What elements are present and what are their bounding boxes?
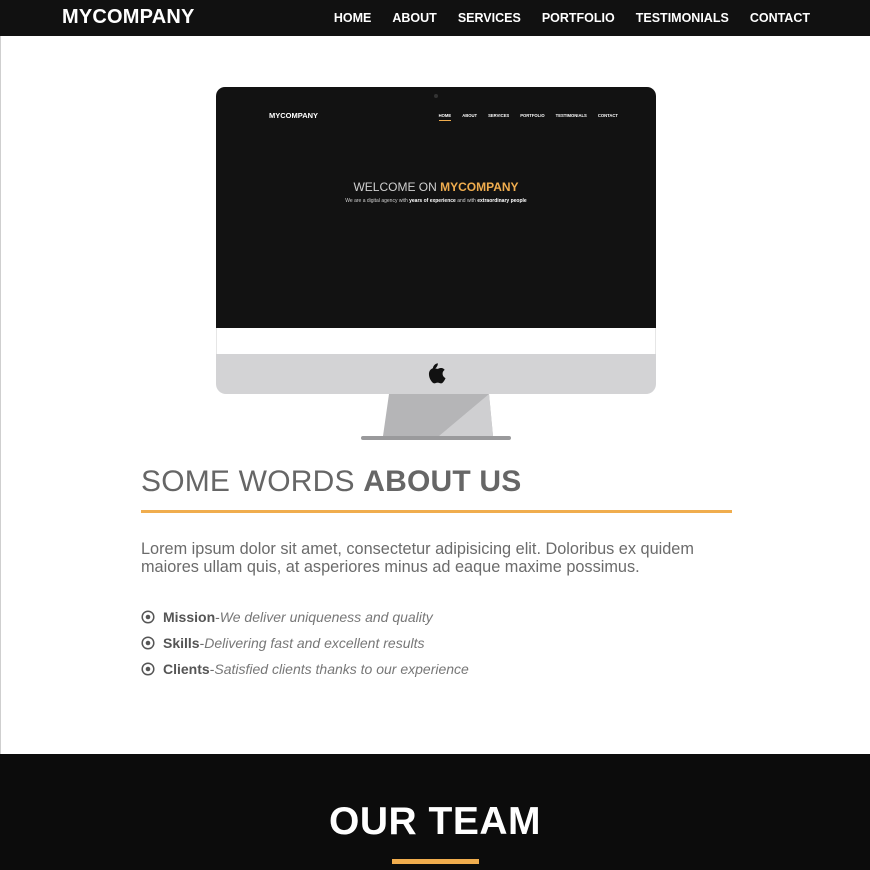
nav-contact-link[interactable]: CONTACT — [750, 11, 810, 25]
mockup-nav-contact: CONTACT — [597, 113, 618, 118]
mockup-nav-home: HOME — [438, 113, 452, 121]
mockup-sub-1: We are a digital agency with — [345, 198, 410, 204]
mockup-hero-brand: MYCOMPANY — [440, 180, 519, 194]
team-heading: OUR TEAM — [329, 800, 541, 843]
brand-logo[interactable]: MYCOMPANY — [62, 6, 195, 29]
nav-home-link[interactable]: HOME — [334, 11, 372, 25]
team-divider — [392, 859, 479, 864]
dot-circle-icon — [141, 610, 155, 624]
top-navbar: MYCOMPANY HOME ABOUT SERVICES PORTFOLIO … — [0, 0, 870, 36]
mockup-nav-about: ABOUT — [462, 113, 478, 118]
mockup-sub-3: and with — [455, 198, 478, 204]
about-divider — [141, 510, 732, 513]
bullet-description: Satisfied clients thanks to our experien… — [214, 661, 469, 677]
about-heading-bold: ABOUT US — [363, 465, 522, 498]
about-heading: SOME WORDS ABOUT US — [141, 465, 521, 499]
camera-dot — [434, 94, 438, 98]
mockup-sub-4: extraordinary people — [477, 198, 527, 204]
about-paragraph: Lorem ipsum dolor sit amet, consectetur … — [141, 540, 694, 576]
team-section: OUR TEAM — [0, 754, 870, 870]
imac-chin — [216, 354, 656, 394]
bullet-description: Delivering fast and excellent results — [204, 635, 425, 651]
main-nav: HOME ABOUT SERVICES PORTFOLIO TESTIMONIA… — [334, 0, 810, 36]
mockup-nav-portfolio: PORTFOLIO — [520, 113, 545, 118]
bullet-title: Clients — [163, 661, 210, 677]
mockup-hero-subtitle: We are a digital agency with years of ex… — [216, 198, 656, 204]
about-bullet-list: Mission - We deliver uniqueness and qual… — [141, 604, 469, 682]
nav-about-link[interactable]: ABOUT — [392, 11, 436, 25]
dot-circle-icon — [141, 662, 155, 676]
nav-portfolio-link[interactable]: PORTFOLIO — [542, 11, 615, 25]
nav-services-link[interactable]: SERVICES — [458, 11, 521, 25]
nav-testimonials-link[interactable]: TESTIMONIALS — [636, 11, 729, 25]
bullet-title: Mission — [163, 609, 216, 625]
mockup-hero-title: WELCOME ON MYCOMPANY — [216, 180, 656, 194]
imac-mockup-image: MYCOMPANY HOME ABOUT SERVICES PORTFOLIO … — [216, 87, 656, 440]
mockup-brand: MYCOMPANY — [269, 111, 319, 120]
bullet-item-clients: Clients - Satisfied clients thanks to ou… — [141, 656, 469, 682]
imac-bezel — [216, 328, 656, 354]
mockup-sub-2: years of experience — [409, 198, 456, 204]
bullet-item-mission: Mission - We deliver uniqueness and qual… — [141, 604, 469, 630]
about-heading-light: SOME WORDS — [141, 465, 364, 498]
bullet-item-skills: Skills - Delivering fast and excellent r… — [141, 630, 469, 656]
imac-stand — [361, 394, 511, 440]
mockup-nav-services: SERVICES — [488, 113, 510, 118]
mockup-hero-prefix: WELCOME ON — [353, 180, 441, 194]
apple-logo-icon — [428, 363, 446, 384]
imac-screen: MYCOMPANY HOME ABOUT SERVICES PORTFOLIO … — [216, 87, 656, 328]
mockup-nav: HOME ABOUT SERVICES PORTFOLIO TESTIMONIA… — [438, 113, 618, 121]
content-border — [0, 36, 1, 754]
mockup-nav-testimonials: TESTIMONIALS — [555, 113, 587, 118]
dot-circle-icon — [141, 636, 155, 650]
bullet-description: We deliver uniqueness and quality — [219, 609, 433, 625]
bullet-title: Skills — [163, 635, 200, 651]
